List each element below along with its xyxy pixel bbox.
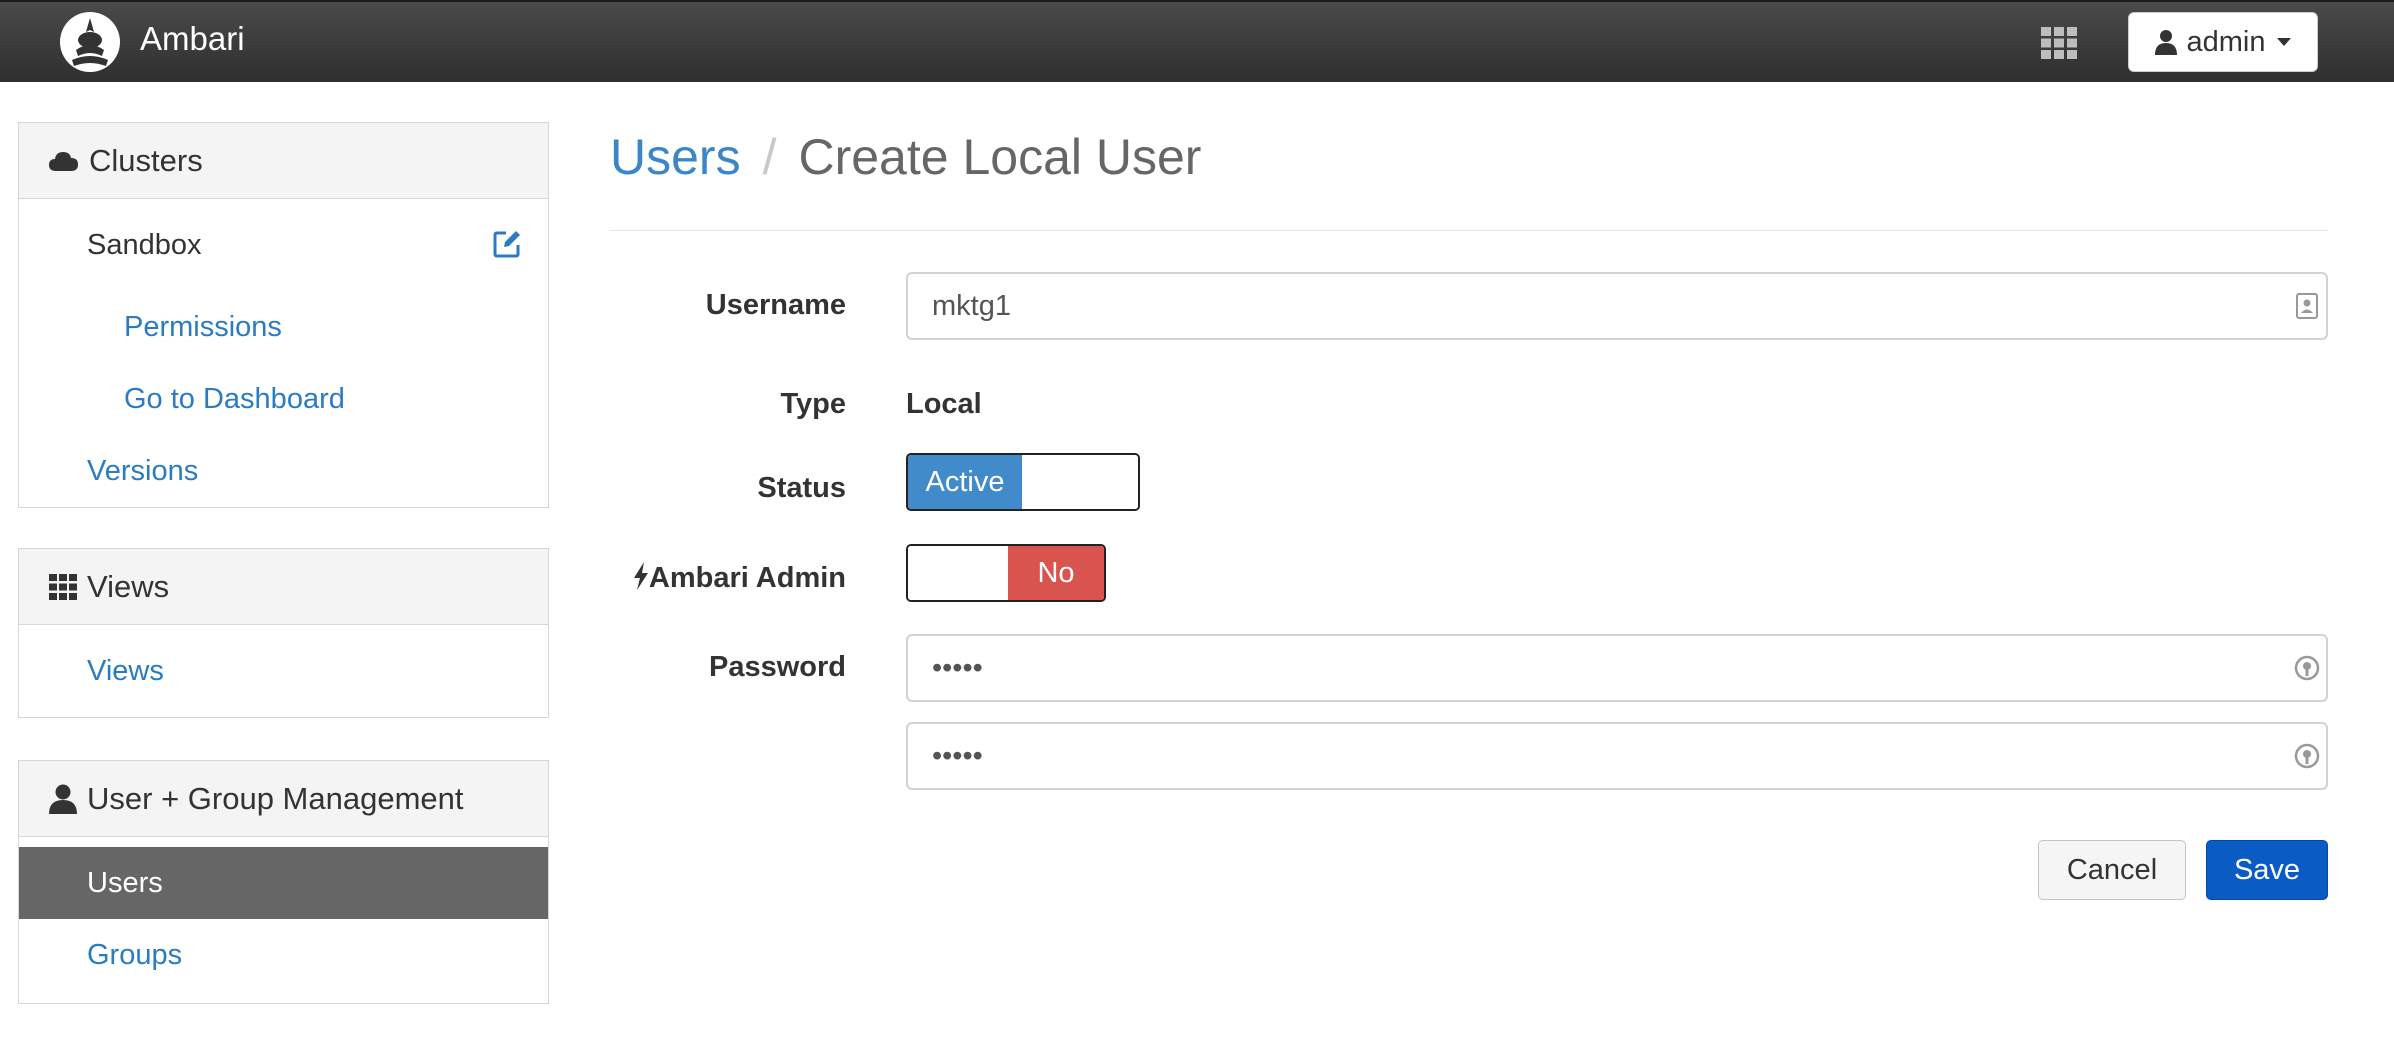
sidebar-item-groups-label[interactable]: Groups (87, 939, 182, 972)
user-menu-button[interactable]: admin (2128, 12, 2318, 72)
sidebar-item-users[interactable]: Users (19, 847, 548, 919)
caret-down-icon (2276, 38, 2291, 46)
password-label: Password (709, 651, 846, 683)
views-header: Views (19, 549, 548, 625)
ambari-logo[interactable] (58, 10, 122, 74)
top-navbar: Ambari admin (0, 0, 2394, 82)
type-label: Type (780, 388, 846, 420)
edit-cluster-icon[interactable] (492, 229, 522, 259)
grid-icon (49, 573, 77, 600)
cancel-button[interactable]: Cancel (2038, 840, 2186, 900)
status-toggle[interactable]: Active (906, 453, 1140, 511)
username-input[interactable] (906, 272, 2328, 340)
sidebar-item-go-to-dashboard-label[interactable]: Go to Dashboard (124, 383, 345, 416)
cloud-icon (49, 151, 78, 171)
clusters-header: Clusters (19, 123, 548, 199)
sidebar-item-go-to-dashboard[interactable]: Go to Dashboard (19, 363, 548, 435)
admin-toggle-no[interactable]: No (1008, 546, 1104, 600)
page-title: Create Local User (798, 129, 1202, 185)
ambari-admin-label: Ambari Admin (633, 562, 846, 595)
type-value: Local (906, 388, 982, 420)
sidebar-item-versions-label[interactable]: Versions (87, 455, 198, 488)
sidebar-item-views[interactable]: Views (19, 625, 548, 717)
password-input[interactable] (906, 634, 2328, 702)
status-label: Status (757, 472, 846, 504)
ambari-admin-label-text: Ambari Admin (648, 562, 846, 594)
brand-name: Ambari (140, 20, 245, 57)
apps-grid-icon[interactable] (2040, 26, 2078, 60)
sidebar-item-groups[interactable]: Groups (19, 919, 548, 991)
header-divider (610, 230, 2328, 231)
sidebar-item-views-label[interactable]: Views (87, 655, 164, 688)
username-label: Username (705, 289, 846, 321)
views-header-label: Views (87, 568, 170, 604)
key-icon[interactable] (2294, 743, 2320, 769)
user-menu-label: admin (2186, 25, 2266, 58)
ambari-admin-toggle[interactable]: No (906, 544, 1106, 602)
cluster-item-sandbox[interactable]: Sandbox (19, 199, 548, 291)
breadcrumb: Users / Create Local User (610, 128, 1201, 186)
clusters-header-label: Clusters (89, 142, 203, 178)
user-icon (2154, 30, 2177, 55)
views-panel: Views Views (18, 548, 549, 718)
user-group-header-label: User + Group Management (87, 780, 464, 816)
sidebar-item-users-label[interactable]: Users (87, 867, 163, 900)
user-icon (49, 784, 77, 814)
breadcrumb-users-link[interactable]: Users (610, 129, 741, 185)
save-button[interactable]: Save (2206, 840, 2328, 900)
sidebar-item-permissions[interactable]: Permissions (19, 291, 548, 363)
bolt-icon (633, 562, 648, 590)
status-toggle-active[interactable]: Active (908, 455, 1022, 509)
user-group-panel: User + Group Management Users Groups (18, 760, 549, 1004)
user-group-header: User + Group Management (19, 761, 548, 837)
key-icon[interactable] (2294, 655, 2320, 681)
admin-toggle-off[interactable] (908, 546, 1008, 600)
breadcrumb-separator: / (762, 129, 777, 185)
sidebar-item-versions[interactable]: Versions (19, 435, 548, 507)
password-confirm-input[interactable] (906, 722, 2328, 790)
contact-card-icon[interactable] (2294, 293, 2320, 319)
clusters-panel: Clusters Sandbox Permissions Go to Dashb… (18, 122, 549, 508)
sidebar-item-permissions-label[interactable]: Permissions (124, 311, 282, 344)
status-toggle-off[interactable] (1022, 455, 1138, 509)
cluster-name: Sandbox (87, 228, 202, 261)
